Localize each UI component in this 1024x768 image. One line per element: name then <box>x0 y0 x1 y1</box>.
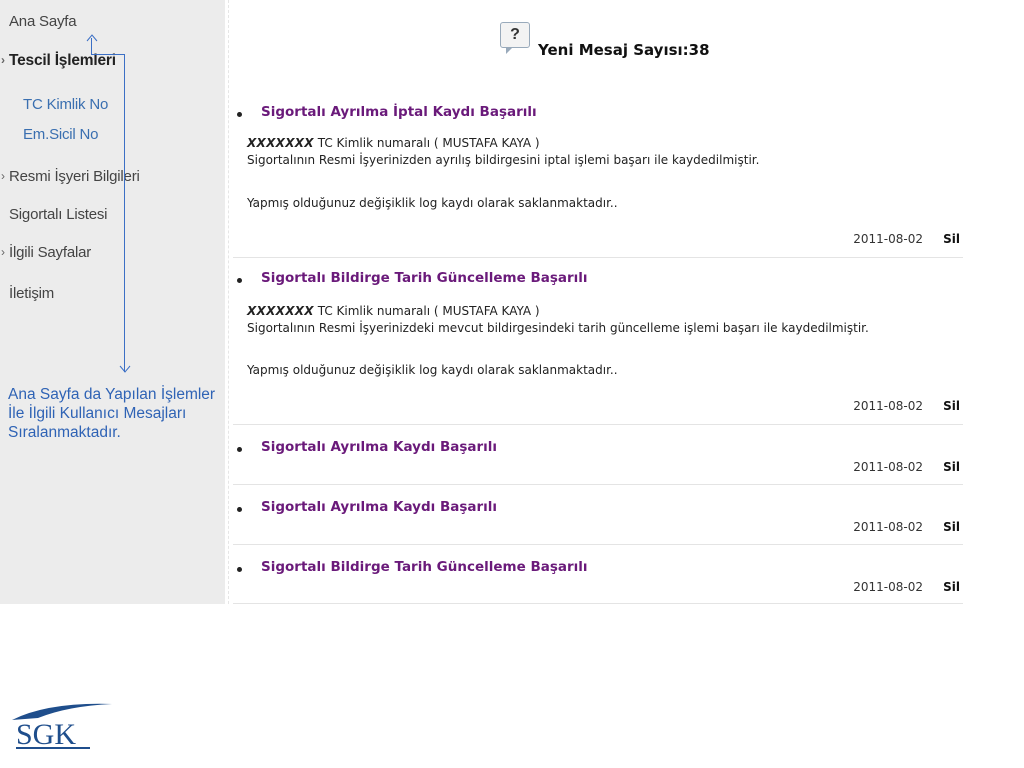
message-line: Yapmış olduğunuz değişiklik log kaydı ol… <box>247 196 618 210</box>
message-text: TC Kimlik numaralı ( MUSTAFA KAYA ) <box>313 136 540 150</box>
masked-id: XXXXXXX <box>247 136 314 150</box>
sidebar-item-related-pages[interactable]: › İlgili Sayfalar <box>1 244 92 261</box>
masked-id: XXXXXXX <box>247 304 314 318</box>
bullet-icon <box>237 567 242 572</box>
message-title[interactable]: Sigortalı Ayrılma Kaydı Başarılı <box>261 499 497 515</box>
message-title[interactable]: Sigortalı Bildirge Tarih Güncelleme Başa… <box>261 270 588 286</box>
message-item: Sigortalı Bildirge Tarih Güncelleme Başa… <box>233 545 963 604</box>
chevron-right-icon: › <box>1 245 5 259</box>
bullet-icon <box>237 278 242 283</box>
delete-button[interactable]: Sil <box>943 232 960 246</box>
message-item: Sigortalı Ayrılma Kaydı Başarılı 2011-08… <box>233 425 963 485</box>
bullet-icon <box>237 447 242 452</box>
question-bubble-icon: ? <box>500 22 530 54</box>
chevron-right-icon: › <box>1 169 5 183</box>
message-line: Yapmış olduğunuz değişiklik log kaydı ol… <box>247 363 618 377</box>
message-title[interactable]: Sigortalı Bildirge Tarih Güncelleme Başa… <box>261 559 588 575</box>
message-date: 2011-08-02 <box>853 520 923 534</box>
sidebar-item-insured-list[interactable]: Sigortalı Listesi <box>9 206 108 223</box>
logo-underline <box>16 747 90 749</box>
message-date: 2011-08-02 <box>853 460 923 474</box>
delete-button[interactable]: Sil <box>943 520 960 534</box>
message-title[interactable]: Sigortalı Ayrılma Kaydı Başarılı <box>261 439 497 455</box>
message-line: XXXXXXX TC Kimlik numaralı ( MUSTAFA KAY… <box>247 304 540 319</box>
arrow-down-icon <box>119 365 131 373</box>
annotation-text: Ana Sayfa da Yapılan İşlemler İle İlgili… <box>8 386 216 441</box>
message-date: 2011-08-02 <box>853 580 923 594</box>
sidebar: Ana Sayfa › Tescil İşlemleri TC Kimlik No… <box>0 0 225 604</box>
message-line: Sigortalının Resmi İşyerinizdeki mevcut … <box>247 321 869 335</box>
new-message-count: Yeni Mesaj Sayısı:38 <box>538 41 710 59</box>
sidebar-item-contact[interactable]: İletişim <box>9 285 54 302</box>
message-title[interactable]: Sigortalı Ayrılma İptal Kaydı Başarılı <box>261 104 537 120</box>
bullet-icon <box>237 507 242 512</box>
message-header: ? Yeni Mesaj Sayısı:38 <box>500 21 710 61</box>
message-line: XXXXXXX TC Kimlik numaralı ( MUSTAFA KAY… <box>247 136 540 151</box>
message-date: 2011-08-02 <box>853 399 923 413</box>
logo-text: SGK <box>16 718 76 750</box>
message-item: Sigortalı Ayrılma Kaydı Başarılı 2011-08… <box>233 485 963 545</box>
message-item: Sigortalı Ayrılma İptal Kaydı Başarılı X… <box>233 96 963 258</box>
message-text: TC Kimlik numaralı ( MUSTAFA KAYA ) <box>313 304 540 318</box>
sidebar-item-employer-id[interactable]: Em.Sicil No <box>23 126 99 143</box>
delete-button[interactable]: Sil <box>943 580 960 594</box>
bullet-icon <box>237 112 242 117</box>
sidebar-item-label: İlgili Sayfalar <box>9 244 92 261</box>
delete-button[interactable]: Sil <box>943 460 960 474</box>
message-list: Sigortalı Ayrılma İptal Kaydı Başarılı X… <box>233 96 963 604</box>
sidebar-item-workplace-info[interactable]: › Resmi İşyeri Bilgileri <box>1 168 140 185</box>
sidebar-item-label: Resmi İşyeri Bilgileri <box>9 168 140 185</box>
chevron-right-icon: › <box>1 53 5 67</box>
arrow-up-icon <box>86 34 98 42</box>
message-date: 2011-08-02 <box>853 232 923 246</box>
message-line: Sigortalının Resmi İşyerinizden ayrılış … <box>247 153 760 167</box>
message-item: Sigortalı Bildirge Tarih Güncelleme Başa… <box>233 258 963 425</box>
sgk-logo: SGK <box>12 703 112 750</box>
sidebar-item-home[interactable]: Ana Sayfa <box>9 13 77 30</box>
sidebar-divider <box>228 0 229 604</box>
delete-button[interactable]: Sil <box>943 399 960 413</box>
sidebar-item-tc-id[interactable]: TC Kimlik No <box>23 96 108 113</box>
